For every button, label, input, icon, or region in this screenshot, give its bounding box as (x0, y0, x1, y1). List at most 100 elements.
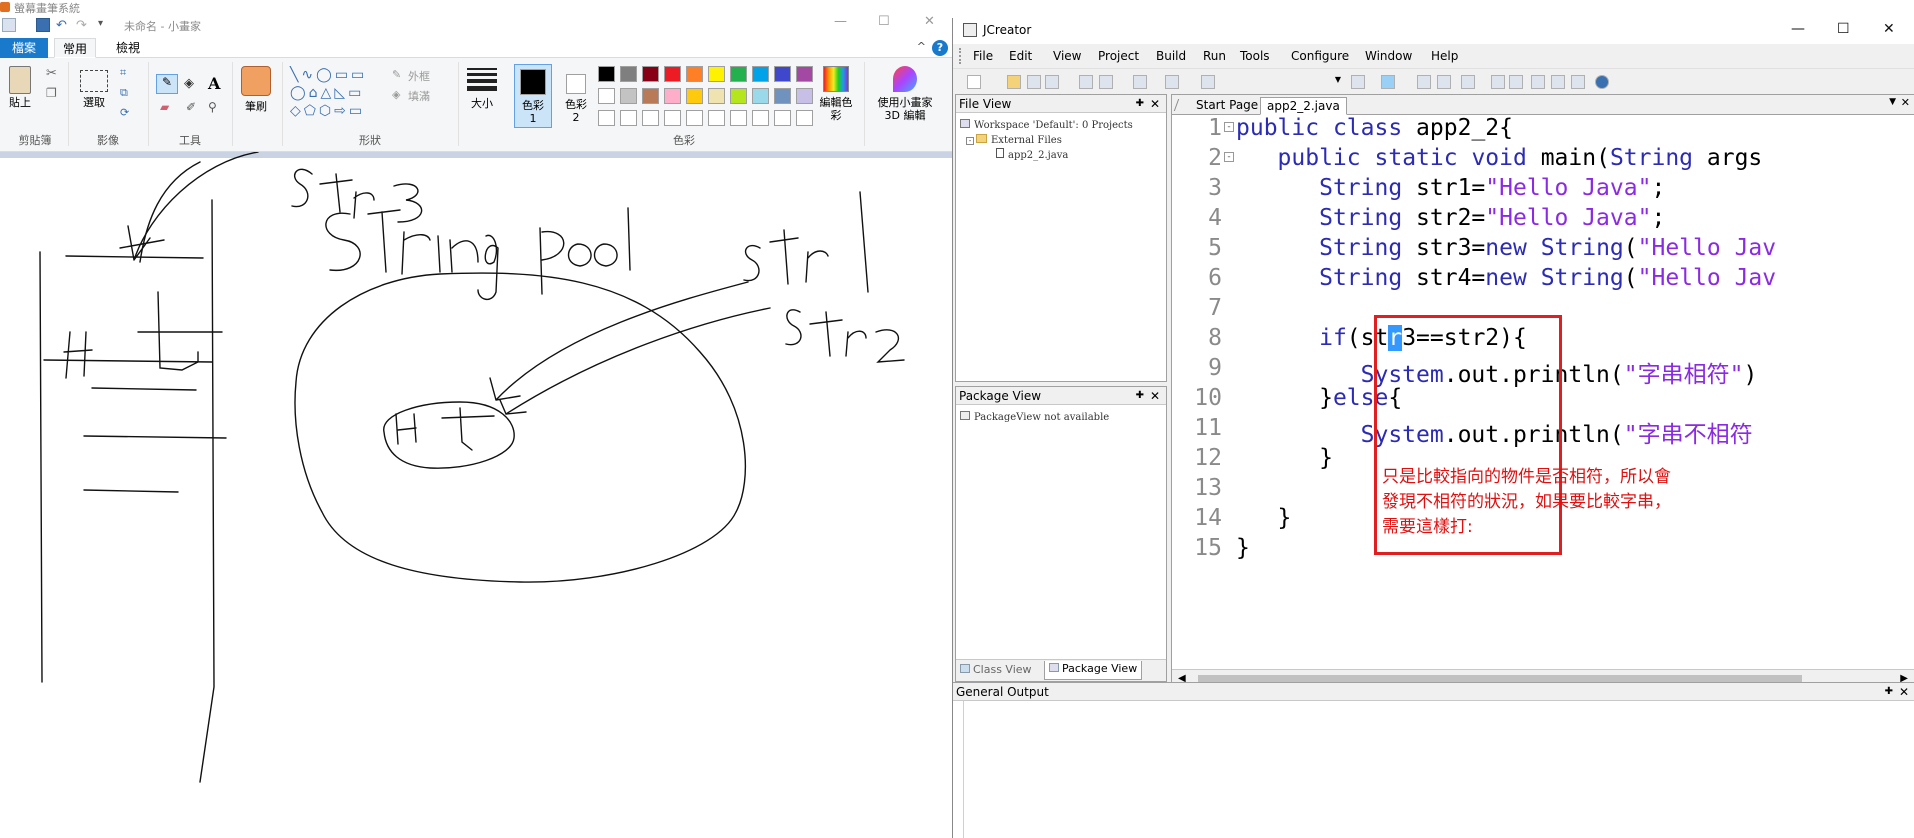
palette-swatch[interactable] (730, 110, 747, 126)
palette-swatch[interactable] (642, 88, 659, 104)
copy-icon[interactable]: ❐ (46, 86, 57, 100)
fold-icon[interactable]: - (1224, 122, 1234, 132)
palette-swatch[interactable] (686, 110, 703, 126)
palette-swatch[interactable] (774, 88, 791, 104)
fill-icon[interactable]: ◈ (184, 76, 194, 91)
menu-help[interactable]: Help (1431, 49, 1458, 63)
paint-minimize-button[interactable]: — (834, 14, 847, 29)
palette-swatch[interactable] (752, 110, 769, 126)
paint-maximize-button[interactable]: ☐ (878, 14, 890, 29)
workspace-node[interactable]: Workspace 'Default': 0 Projects (960, 119, 1133, 131)
palette-swatch[interactable] (664, 110, 681, 126)
eraser-icon[interactable]: ▰ (160, 100, 169, 114)
palette-swatch[interactable] (642, 66, 659, 82)
palette-swatch[interactable] (708, 88, 725, 104)
tab-class-view[interactable]: Class View (960, 663, 1032, 676)
find-dropdown[interactable]: ▼ (1221, 75, 1341, 89)
paint-menu-icon[interactable] (2, 18, 16, 32)
magnifier-icon[interactable]: ⚲ (208, 100, 217, 114)
color-picker-icon[interactable]: ✐ (186, 100, 196, 114)
select-button[interactable]: 選取 (76, 70, 112, 109)
palette-swatch[interactable] (598, 66, 615, 82)
palette-swatch[interactable] (774, 66, 791, 82)
drawing-canvas[interactable] (0, 152, 952, 838)
paste-file-icon[interactable] (1099, 75, 1113, 89)
close-panel-icon[interactable]: ✕ (1150, 95, 1160, 113)
color1-button[interactable]: 色彩 1 (514, 64, 552, 128)
palette-swatch[interactable] (664, 88, 681, 104)
palette-swatch[interactable] (796, 110, 813, 126)
palette-swatch[interactable] (664, 66, 681, 82)
menu-build[interactable]: Build (1156, 49, 1186, 63)
fill-shape-button[interactable]: 填滿 (408, 88, 430, 104)
palette-swatch[interactable] (598, 88, 615, 104)
resize-icon[interactable]: ⧉ (120, 86, 128, 100)
menu-configure[interactable]: Configure (1291, 49, 1349, 63)
file-node-app2-2[interactable]: app2_2.java (996, 148, 1068, 161)
debug-icon[interactable] (1461, 75, 1475, 89)
stop-icon[interactable] (1437, 75, 1451, 89)
palette-swatch[interactable] (642, 110, 659, 126)
palette-swatch[interactable] (686, 66, 703, 82)
pin-icon[interactable]: ✚ (1136, 387, 1144, 405)
menu-edit[interactable]: Edit (1009, 49, 1032, 63)
window-icon-1[interactable] (1531, 75, 1545, 89)
menu-tools[interactable]: Tools (1240, 49, 1270, 63)
brush-button[interactable]: 筆刷 (238, 66, 274, 113)
redo-icon[interactable]: ↷ (76, 18, 90, 33)
palette-swatch[interactable] (708, 110, 725, 126)
palette-swatch[interactable] (796, 88, 813, 104)
palette-swatch[interactable] (752, 88, 769, 104)
rotate-icon[interactable]: ⟳ (120, 106, 129, 119)
text-icon[interactable]: A (208, 74, 220, 93)
palette-swatch[interactable] (620, 110, 637, 126)
tab-home[interactable]: 常用 (54, 38, 96, 58)
save-file-icon[interactable] (1027, 75, 1041, 89)
close-panel-icon[interactable]: ✕ (1150, 387, 1160, 405)
tab-app2-2-java[interactable]: app2_2.java (1260, 97, 1347, 115)
shapes-gallery[interactable]: ╲∿◯▭▭ ◯⌂△◺▭ ◇⬠⬡⇨▭ (290, 66, 380, 122)
compile-icon[interactable] (1417, 75, 1431, 89)
palette-swatch[interactable] (708, 66, 725, 82)
jc-maximize-button[interactable]: ☐ (1837, 21, 1850, 37)
forward-icon[interactable] (1509, 75, 1523, 89)
palette-swatch[interactable] (774, 110, 791, 126)
tab-file[interactable]: 檔案 (0, 38, 48, 58)
menu-run[interactable]: Run (1203, 49, 1226, 63)
close-tab-icon[interactable]: ✕ (1901, 96, 1910, 109)
pin-icon[interactable]: ✚ (1136, 95, 1144, 113)
palette-swatch[interactable] (730, 66, 747, 82)
paint-close-button[interactable]: ✕ (924, 14, 935, 29)
pin-icon[interactable]: ✚ (1885, 683, 1893, 701)
outline-button[interactable]: 外框 (408, 68, 430, 84)
tab-package-view[interactable]: Package View (1044, 661, 1143, 680)
palette-swatch[interactable] (598, 110, 615, 126)
new-file-icon[interactable] (967, 75, 981, 89)
paint3d-button[interactable]: 使用小畫家 3D 編輯 (870, 66, 940, 122)
undo-file-icon[interactable] (1133, 75, 1147, 89)
size-button[interactable]: 大小 (462, 66, 502, 110)
fold-icon[interactable]: - (1224, 152, 1234, 162)
copy-file-icon[interactable] (1079, 75, 1093, 89)
back-icon[interactable] (1491, 75, 1505, 89)
find-icon[interactable] (1201, 75, 1215, 89)
paste-button[interactable]: 貼上 (4, 66, 36, 109)
tab-list-dropdown[interactable]: ▼ (1889, 97, 1896, 107)
menu-window[interactable]: Window (1365, 49, 1412, 63)
color2-button[interactable]: 色彩 2 (558, 64, 594, 128)
output-content[interactable] (963, 701, 1907, 838)
save-icon[interactable] (36, 18, 50, 32)
code-area[interactable]: public class app2_2{ public static void … (1236, 115, 1912, 669)
help-icon[interactable]: ? (932, 40, 948, 56)
run-icon[interactable] (1381, 75, 1395, 89)
undo-icon[interactable]: ↶ (56, 18, 70, 33)
close-panel-icon[interactable]: ✕ (1899, 683, 1909, 701)
palette-swatch[interactable] (752, 66, 769, 82)
palette-swatch[interactable] (730, 88, 747, 104)
help-toolbar-icon[interactable] (1595, 75, 1609, 89)
menu-file[interactable]: File (973, 49, 993, 63)
palette-swatch[interactable] (620, 66, 637, 82)
code-editor[interactable]: Start Page app2_2.java ▼ ✕ 1 2 3 4 5 6 7… (1171, 94, 1914, 692)
palette-swatch[interactable] (686, 88, 703, 104)
collapse-icon[interactable]: - (966, 137, 974, 145)
